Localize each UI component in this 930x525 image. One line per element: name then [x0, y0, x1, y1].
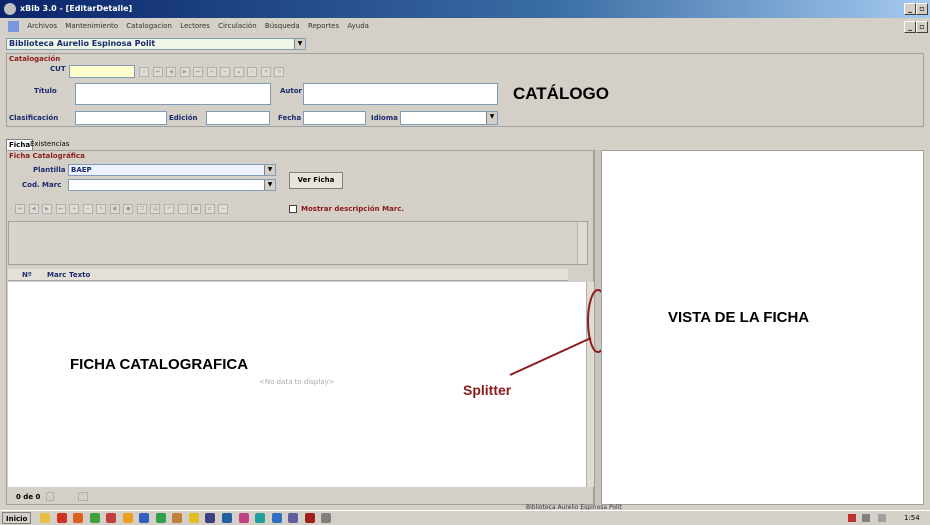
media-icon[interactable]: [122, 513, 133, 523]
volume-icon[interactable]: [878, 514, 886, 522]
clock: 1:54: [904, 514, 920, 522]
quick-launch: [40, 511, 335, 523]
vista-panel: VISTA DE LA FICHA: [601, 150, 924, 505]
app-icon-8[interactable]: [304, 513, 315, 523]
app-icon-9[interactable]: [321, 513, 332, 523]
paint-icon[interactable]: [172, 513, 183, 523]
splitter-annotation: Splitter: [463, 382, 512, 398]
app-icon-7[interactable]: [288, 513, 299, 523]
chat-icon[interactable]: [89, 513, 100, 523]
app-icon-2[interactable]: [205, 513, 216, 523]
network-icon[interactable]: [862, 514, 870, 522]
tray-icon[interactable]: [848, 514, 856, 522]
start-button[interactable]: Inicio: [2, 512, 32, 524]
app-icon-4[interactable]: [238, 513, 249, 523]
taskbar: Inicio 1:54: [0, 510, 930, 525]
start-label: Inicio: [6, 515, 28, 523]
app-icon-6[interactable]: [271, 513, 282, 523]
app-icon-3[interactable]: [222, 513, 233, 523]
splitter-pointer-line: [509, 337, 592, 376]
folder-icon[interactable]: [40, 513, 50, 523]
excel-icon[interactable]: [155, 513, 166, 523]
firefox-icon[interactable]: [73, 513, 84, 523]
word-icon[interactable]: [139, 513, 150, 523]
vista-annotation: VISTA DE LA FICHA: [668, 309, 810, 326]
note-icon[interactable]: [188, 513, 199, 523]
game-icon[interactable]: [106, 513, 117, 523]
app-icon-5[interactable]: [255, 513, 266, 523]
opera-icon[interactable]: [56, 513, 67, 523]
